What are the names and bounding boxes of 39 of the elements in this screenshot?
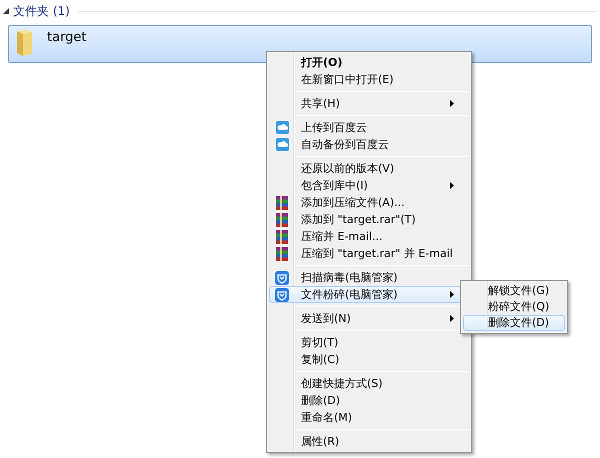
menu-item[interactable]: 压缩到 "target.rar" 并 E-mail bbox=[269, 245, 469, 262]
menu-item-label: 添加到 "target.rar"(T) bbox=[300, 212, 417, 226]
menu-item-label: 发送到(N) bbox=[300, 312, 352, 326]
menu-item-label: 还原以前的版本(V) bbox=[300, 162, 396, 176]
menu-item-label: 添加到压缩文件(A)... bbox=[300, 196, 406, 210]
menu-item-label: 在新窗口中打开(E) bbox=[300, 72, 395, 86]
menu-item[interactable]: 复制(C) bbox=[269, 351, 469, 368]
menu-item-label: 包含到库中(I) bbox=[300, 178, 369, 192]
menu-item[interactable]: 属性(R) bbox=[269, 433, 469, 450]
menu-item-label: 剪切(T) bbox=[300, 336, 340, 350]
menu-item-label: 压缩到 "target.rar" 并 E-mail bbox=[300, 246, 454, 260]
menu-item-label: 自动备份到百度云 bbox=[300, 138, 390, 152]
menu-item[interactable]: 扫描病毒(电脑管家) bbox=[269, 269, 469, 286]
submenu-item[interactable]: 删除文件(D) bbox=[463, 315, 565, 331]
menu-item-label: 上传到百度云 bbox=[300, 120, 368, 134]
menu-item-label: 删除(D) bbox=[300, 394, 342, 408]
menu-item[interactable]: 包含到库中(I) bbox=[269, 177, 469, 194]
menu-item[interactable]: 添加到 "target.rar"(T) bbox=[269, 211, 469, 228]
menu-item-label: 文件粉碎(电脑管家) bbox=[300, 288, 399, 302]
menu-item[interactable]: 删除(D) bbox=[269, 392, 469, 409]
menu-item[interactable]: 压缩并 E-mail... bbox=[269, 228, 469, 245]
menu-item-label: 创建快捷方式(S) bbox=[300, 376, 384, 390]
menu-item[interactable]: 共享(H) bbox=[269, 95, 469, 112]
menu-item[interactable]: 创建快捷方式(S) bbox=[269, 375, 469, 392]
menu-item-label: 复制(C) bbox=[300, 352, 340, 366]
menu-item[interactable]: 添加到压缩文件(A)... bbox=[269, 194, 469, 211]
menu-item[interactable]: 还原以前的版本(V) bbox=[269, 160, 469, 177]
menu-item[interactable]: 在新窗口中打开(E) bbox=[269, 71, 469, 88]
menu-item-label: 重命名(M) bbox=[300, 410, 354, 424]
menu-item-label: 扫描病毒(电脑管家) bbox=[300, 270, 399, 284]
menu-item[interactable]: 剪切(T) bbox=[269, 334, 469, 351]
menu-item-label: 共享(H) bbox=[300, 96, 341, 110]
menu-item[interactable]: 上传到百度云 bbox=[269, 119, 469, 136]
menu-item-label: 属性(R) bbox=[300, 434, 340, 448]
menu-item[interactable]: 自动备份到百度云 bbox=[269, 136, 469, 153]
group-title: 文件夹 (1) bbox=[13, 3, 70, 20]
folder-name: target bbox=[47, 30, 87, 46]
menu-item-label: 压缩并 E-mail... bbox=[300, 230, 384, 244]
menu-item[interactable]: 重命名(M) bbox=[269, 409, 469, 426]
